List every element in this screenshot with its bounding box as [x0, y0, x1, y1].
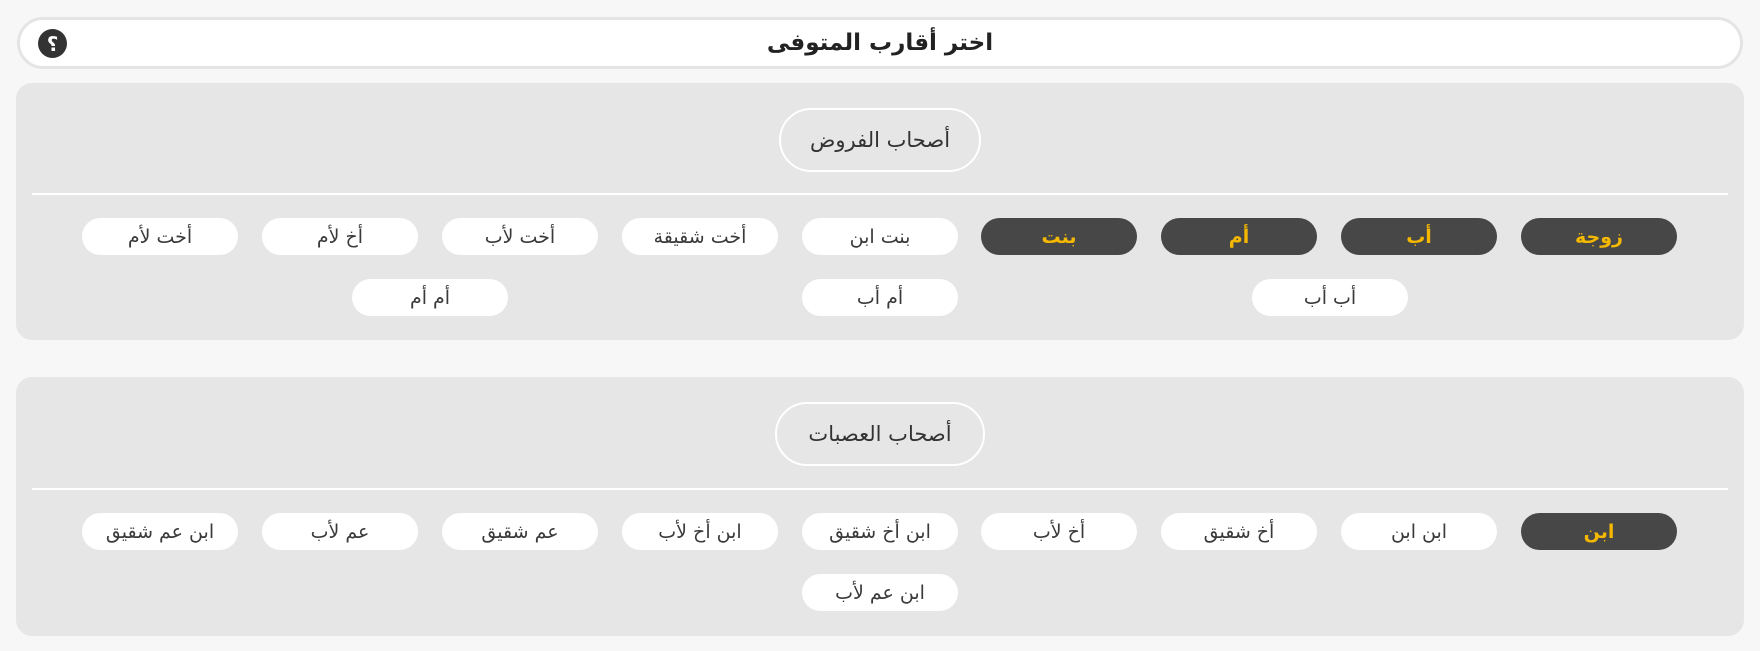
relative-chip-full-uncles-son[interactable]: ابن عم شقيق	[82, 513, 238, 550]
relative-chip-maternal-brother[interactable]: أخ لأم	[262, 218, 418, 255]
relative-chip-sons-son[interactable]: ابن ابن	[1341, 513, 1497, 550]
relative-chip-maternal-sister[interactable]: أخت لأم	[82, 218, 238, 255]
furud-panel: أصحاب الفروض زوجة أب أم بنت بنت ابن أخت …	[16, 83, 1744, 340]
question-mark-icon: ؟	[46, 31, 59, 56]
relative-chip-wife[interactable]: زوجة	[1521, 218, 1677, 255]
relative-chip-paternal-sister[interactable]: أخت لأب	[442, 218, 598, 255]
relative-chip-paternal-uncle[interactable]: عم لأب	[262, 513, 418, 550]
relative-chip-full-brothers-son[interactable]: ابن أخ شقيق	[802, 513, 958, 550]
relative-chip-maternal-grandmother[interactable]: أم أم	[352, 279, 508, 316]
asabat-panel: أصحاب العصبات ابن ابن ابن أخ شقيق أخ لأب…	[16, 377, 1744, 636]
relative-chip-sons-daughter[interactable]: بنت ابن	[802, 218, 958, 255]
asabat-divider	[32, 488, 1728, 490]
relative-chip-full-sister[interactable]: أخت شقيقة	[622, 218, 778, 255]
relative-chip-paternal-uncles-son[interactable]: ابن عم لأب	[802, 574, 958, 611]
furud-divider	[32, 193, 1728, 195]
asabat-group-title: أصحاب العصبات	[775, 402, 985, 466]
page-title: اختر أقارب المتوفى	[766, 30, 994, 56]
furud-group-title: أصحاب الفروض	[779, 108, 981, 172]
relative-chip-mother[interactable]: أم	[1161, 218, 1317, 255]
relative-chip-paternal-grandfather[interactable]: أب أب	[1252, 279, 1408, 316]
relative-chip-full-brother[interactable]: أخ شقيق	[1161, 513, 1317, 550]
relative-chip-paternal-grandmother[interactable]: أم أب	[802, 279, 958, 316]
relative-chip-full-uncle[interactable]: عم شقيق	[442, 513, 598, 550]
relative-chip-father[interactable]: أب	[1341, 218, 1497, 255]
relative-chip-son[interactable]: ابن	[1521, 513, 1677, 550]
relative-chip-daughter[interactable]: بنت	[981, 218, 1137, 255]
help-question-icon[interactable]: ؟	[38, 29, 67, 58]
relative-chip-paternal-brother[interactable]: أخ لأب	[981, 513, 1137, 550]
relative-chip-paternal-brothers-son[interactable]: ابن أخ لأب	[622, 513, 778, 550]
page-header: اختر أقارب المتوفى ؟	[17, 17, 1743, 69]
